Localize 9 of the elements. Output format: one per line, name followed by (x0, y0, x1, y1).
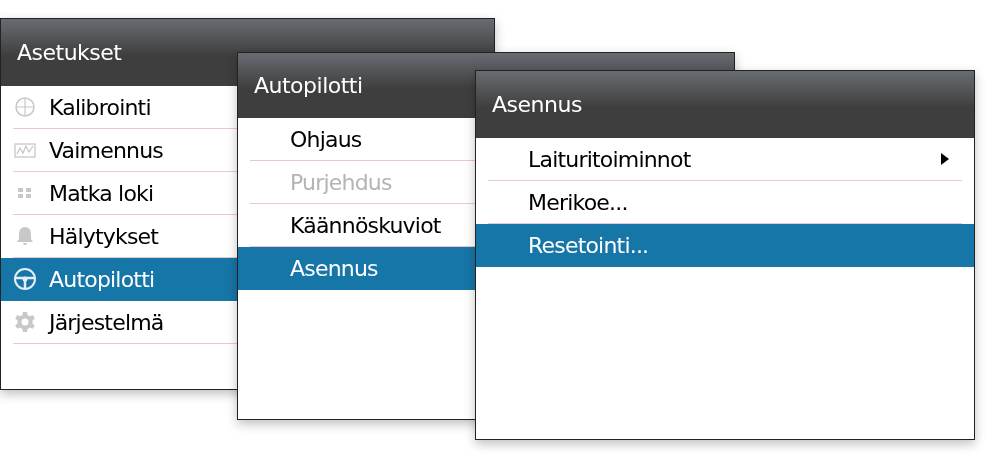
window-title: Asetukset (17, 39, 122, 67)
window-title: Asennus (492, 91, 582, 119)
window-title: Autopilotti (254, 72, 363, 100)
steering-wheel-icon (13, 267, 37, 291)
crosshair-icon (13, 95, 37, 119)
submenu-arrow-icon (940, 152, 950, 166)
menu-item[interactable]: Laituritoiminnot (488, 138, 962, 181)
menu-item[interactable]: Resetointi... (476, 224, 974, 267)
gear-icon (13, 310, 37, 334)
